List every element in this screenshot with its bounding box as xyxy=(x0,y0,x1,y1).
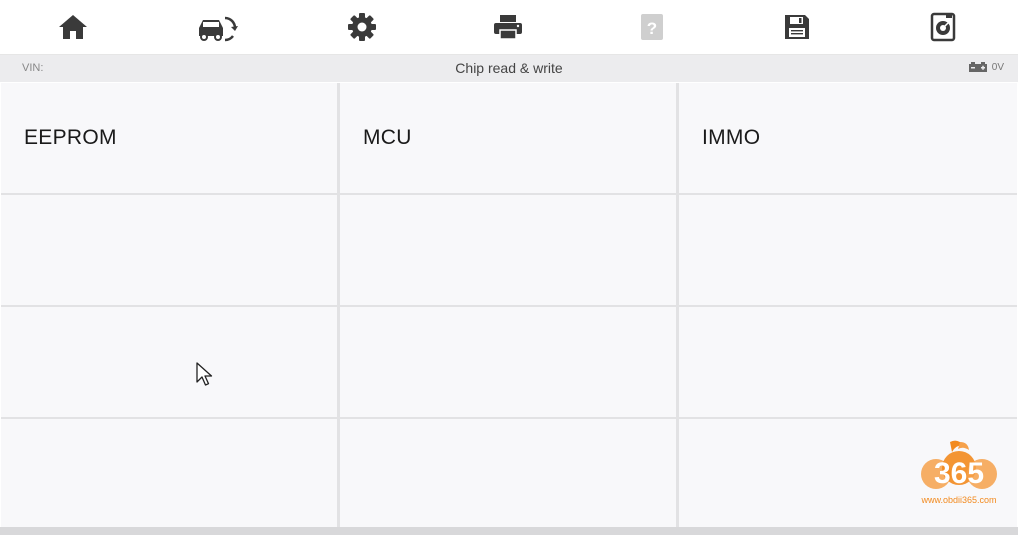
bottom-bar xyxy=(0,527,1018,535)
vehicle-swap-icon xyxy=(199,16,238,42)
save-icon xyxy=(785,15,809,39)
mouse-pointer-icon xyxy=(196,362,213,386)
help-icon: ? xyxy=(641,14,663,40)
grid-item-empty xyxy=(340,307,676,417)
gear-icon xyxy=(348,13,376,41)
battery-voltage: 0V xyxy=(968,61,1004,73)
grid-item-mcu[interactable]: MCU xyxy=(340,83,676,193)
watermark-logo-text: 365 xyxy=(934,457,984,490)
grid-item-immo[interactable]: IMMO xyxy=(679,83,1017,193)
grid-item-empty xyxy=(1,195,337,305)
grid-item-label: IMMO xyxy=(702,126,761,149)
grid-item-empty xyxy=(340,419,676,527)
screen-record-button[interactable] xyxy=(921,7,965,47)
printer-icon xyxy=(494,15,522,40)
help-button[interactable]: ? xyxy=(630,7,674,47)
voltage-value: 0V xyxy=(991,61,1004,73)
print-button[interactable] xyxy=(486,7,530,47)
watermark-logo: 365 www.obdii365.com xyxy=(914,440,1004,510)
top-toolbar: ? xyxy=(0,0,1018,55)
svg-text:?: ? xyxy=(647,19,657,38)
grid-item-empty xyxy=(340,195,676,305)
grid-item-empty xyxy=(679,195,1017,305)
save-button[interactable] xyxy=(775,7,819,47)
page-title: Chip read & write xyxy=(455,60,563,76)
screen-record-icon xyxy=(930,12,956,42)
settings-button[interactable] xyxy=(340,7,384,47)
home-button[interactable] xyxy=(51,7,95,47)
grid-item-empty xyxy=(679,307,1017,417)
home-icon xyxy=(59,15,87,39)
grid-item-empty xyxy=(1,307,337,417)
vehicle-swap-button[interactable] xyxy=(195,7,239,47)
battery-icon xyxy=(968,62,987,72)
grid-item-label: EEPROM xyxy=(24,126,117,149)
watermark-site-text: www.obdii365.com xyxy=(920,495,996,505)
status-bar: VIN: Chip read & write 0V xyxy=(0,55,1018,82)
grid-item-empty xyxy=(1,419,337,527)
grid-item-label: MCU xyxy=(363,126,412,149)
grid-item-eeprom[interactable]: EEPROM xyxy=(1,83,337,193)
function-grid: EEPROM MCU IMMO xyxy=(1,83,1017,527)
